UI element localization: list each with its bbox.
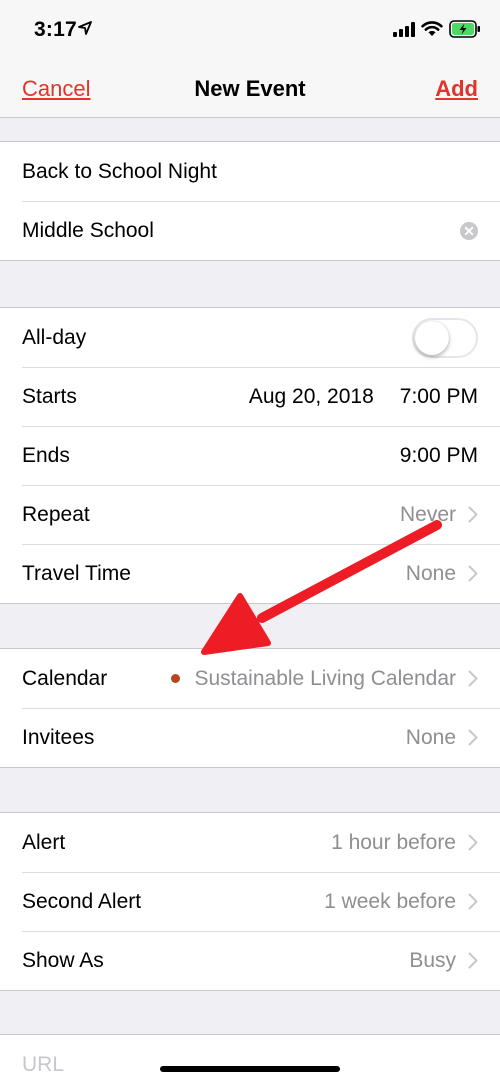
chevron-right-icon [468, 565, 478, 582]
alert-row[interactable]: Alert 1 hour before [0, 813, 500, 872]
travel-time-value-wrap: None [406, 562, 478, 586]
calendar-row[interactable]: Calendar Sustainable Living Calendar [0, 649, 500, 708]
calendar-value-wrap: Sustainable Living Calendar [171, 667, 478, 691]
alert-value: 1 hour before [331, 830, 456, 854]
ends-time: 9:00 PM [399, 443, 478, 467]
show-as-label: Show As [22, 948, 104, 972]
second-alert-value-wrap: 1 week before [324, 890, 478, 914]
status-time: 3:17 [34, 18, 77, 41]
nav-bar: Cancel New Event Add [0, 58, 500, 118]
location-field[interactable]: Middle School [0, 201, 500, 260]
ends-row[interactable]: Ends 9:00 PM [0, 426, 500, 485]
status-bar: 3:17 [0, 0, 500, 58]
chevron-right-icon [468, 952, 478, 969]
starts-time: 7:00 PM [399, 384, 478, 408]
starts-label: Starts [22, 384, 77, 408]
all-day-label: All-day [22, 325, 87, 349]
calendar-color-dot [171, 674, 181, 683]
invitees-value-wrap: None [406, 726, 478, 750]
signal-icon [393, 22, 415, 37]
all-day-row: All-day [0, 308, 500, 367]
calendar-label: Calendar [22, 666, 108, 690]
chevron-right-icon [468, 729, 478, 746]
repeat-row[interactable]: Repeat Never [0, 485, 500, 544]
travel-time-value: None [405, 561, 456, 585]
starts-date: Aug 20, 2018 [248, 384, 374, 408]
home-indicator [160, 1066, 340, 1072]
calendar-value: Sustainable Living Calendar [194, 666, 456, 690]
second-alert-value: 1 week before [324, 889, 456, 913]
timing-group: All-day Starts Aug 20, 2018 7:00 PM Ends… [0, 307, 500, 604]
add-button[interactable]: Add [435, 76, 478, 102]
toggle-knob [415, 320, 449, 355]
chevron-right-icon [468, 834, 478, 851]
travel-time-row[interactable]: Travel Time None [0, 544, 500, 603]
invitees-label: Invitees [22, 725, 95, 749]
calendar-group: Calendar Sustainable Living Calendar Inv… [0, 648, 500, 768]
battery-icon [449, 20, 480, 38]
all-day-toggle[interactable] [412, 317, 478, 358]
url-placeholder: URL [22, 1052, 65, 1076]
repeat-label: Repeat [22, 502, 90, 526]
second-alert-row[interactable]: Second Alert 1 week before [0, 872, 500, 931]
repeat-value: Never [399, 502, 456, 526]
alert-label: Alert [22, 830, 66, 854]
alerts-group: Alert 1 hour before Second Alert 1 week … [0, 812, 500, 991]
show-as-row[interactable]: Show As Busy [0, 931, 500, 990]
second-alert-label: Second Alert [22, 889, 142, 913]
repeat-value-wrap: Never [400, 503, 478, 527]
event-details-group: Back to School Night Middle School [0, 141, 500, 261]
chevron-right-icon [468, 506, 478, 523]
invitees-row[interactable]: Invitees None [0, 708, 500, 767]
page-title: New Event [194, 76, 306, 101]
title-value: Back to School Night [22, 159, 217, 183]
chevron-right-icon [468, 670, 478, 687]
clear-icon[interactable] [460, 221, 478, 240]
alert-value-wrap: 1 hour before [331, 831, 478, 855]
wifi-icon [421, 21, 443, 36]
starts-row[interactable]: Starts Aug 20, 2018 7:00 PM [0, 367, 500, 426]
invitees-value: None [405, 725, 456, 749]
travel-time-label: Travel Time [22, 561, 131, 585]
url-group: URL [0, 1034, 500, 1083]
chevron-right-icon [468, 893, 478, 910]
ends-label: Ends [22, 443, 70, 467]
show-as-value: Busy [409, 948, 456, 972]
location-icon [78, 21, 92, 35]
title-field[interactable]: Back to School Night [0, 142, 500, 201]
url-field[interactable]: URL [0, 1035, 500, 1083]
show-as-value-wrap: Busy [409, 949, 478, 973]
location-value: Middle School [22, 218, 154, 242]
starts-value: Aug 20, 2018 7:00 PM [249, 385, 478, 409]
